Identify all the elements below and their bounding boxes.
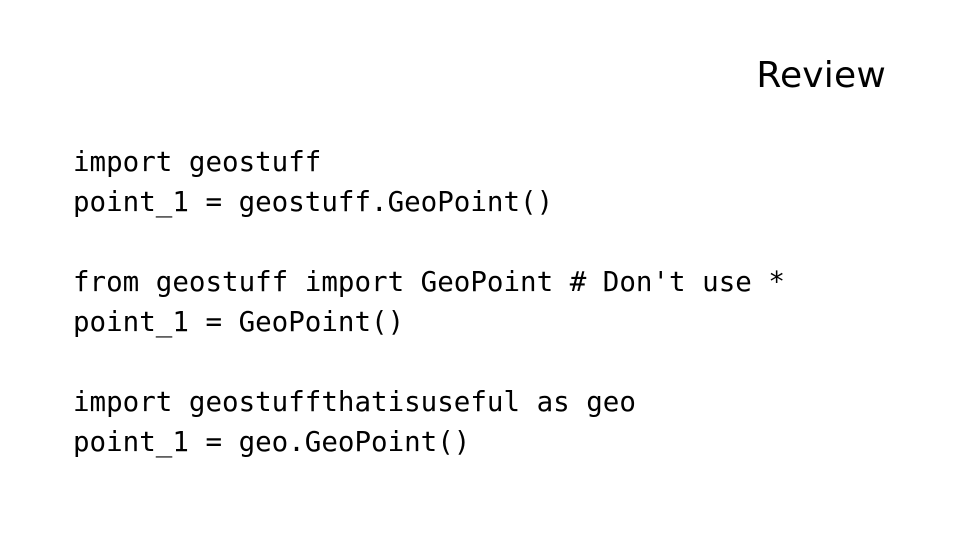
code-group: import geostuffthatisuseful as geo point…: [73, 382, 893, 462]
code-group: import geostuff point_1 = geostuff.GeoPo…: [73, 142, 893, 222]
code-line: point_1 = geostuff.GeoPoint(): [73, 186, 554, 218]
page-title: Review: [756, 55, 886, 96]
code-line: import geostuffthatisuseful as geo: [73, 386, 636, 418]
code-line: import geostuff: [73, 146, 322, 178]
code-block-container: import geostuff point_1 = geostuff.GeoPo…: [73, 142, 893, 462]
code-line: point_1 = GeoPoint(): [73, 306, 405, 338]
presentation-slide: Review import geostuff point_1 = geostuf…: [0, 0, 960, 540]
code-group: from geostuff import GeoPoint # Don't us…: [73, 262, 893, 342]
code-line: from geostuff import GeoPoint # Don't us…: [73, 266, 785, 298]
code-line: point_1 = geo.GeoPoint(): [73, 426, 471, 458]
